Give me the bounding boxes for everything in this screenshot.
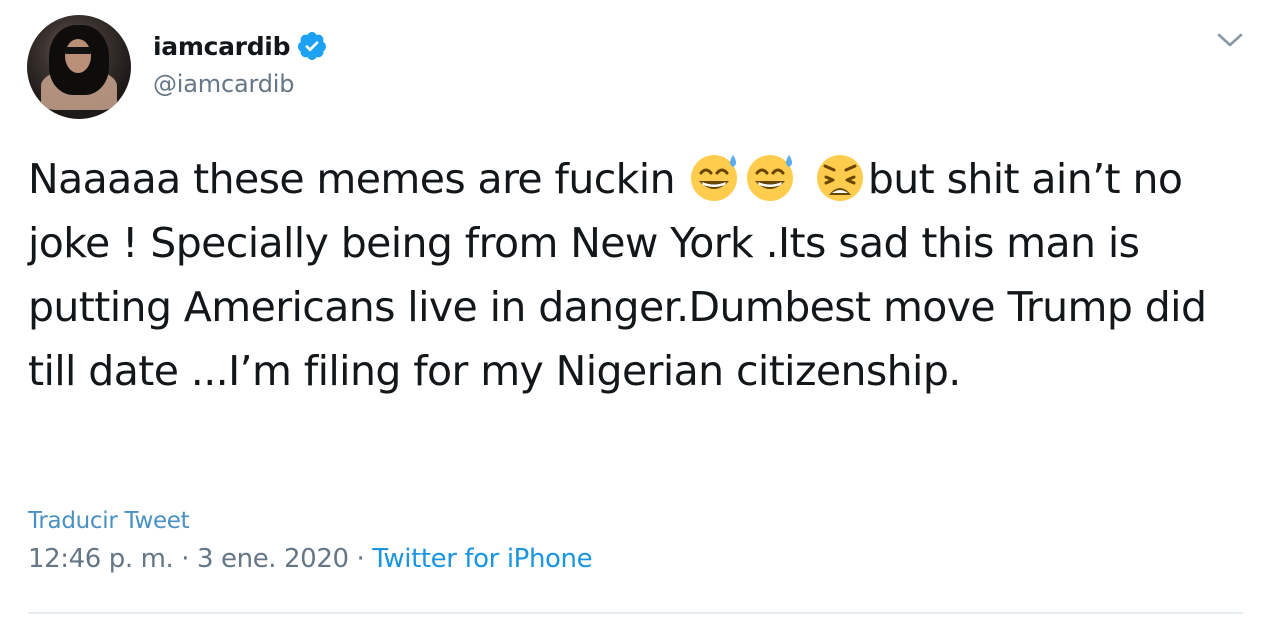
verified-badge-icon <box>298 32 327 60</box>
display-name[interactable]: iamcardib <box>153 32 290 61</box>
divider <box>28 612 1243 614</box>
tweet-time[interactable]: 12:46 p. m. <box>28 544 174 574</box>
avatar-detail <box>65 39 91 73</box>
tweet-date[interactable]: 3 ene. 2020 <box>197 544 349 574</box>
weary-face-emoji-icon <box>816 155 863 201</box>
tweet-card: iamcardib @iamcardib Naaaaa these memes … <box>0 0 1276 620</box>
grinning-sweat-emoji-icon <box>747 155 794 201</box>
avatar[interactable] <box>27 15 131 119</box>
tweet-source-link[interactable]: Twitter for iPhone <box>372 544 592 574</box>
tweet-text: Naaaaa these memes are fuckin but shit a… <box>28 147 1253 403</box>
translate-tweet-link[interactable]: Traducir Tweet <box>28 508 190 534</box>
chevron-down-icon[interactable] <box>1213 28 1247 52</box>
grinning-sweat-emoji-icon <box>691 155 738 201</box>
avatar-detail <box>64 47 92 54</box>
tweet-metadata: 12:46 p. m. · 3 ene. 2020 · Twitter for … <box>28 544 593 574</box>
tweet-text-part: Naaaaa these memes are fuckin <box>28 155 688 203</box>
meta-separator: · <box>348 544 373 574</box>
user-handle[interactable]: @iamcardib <box>153 70 294 98</box>
author-name-row[interactable]: iamcardib <box>153 27 328 65</box>
meta-separator: · <box>173 544 198 574</box>
